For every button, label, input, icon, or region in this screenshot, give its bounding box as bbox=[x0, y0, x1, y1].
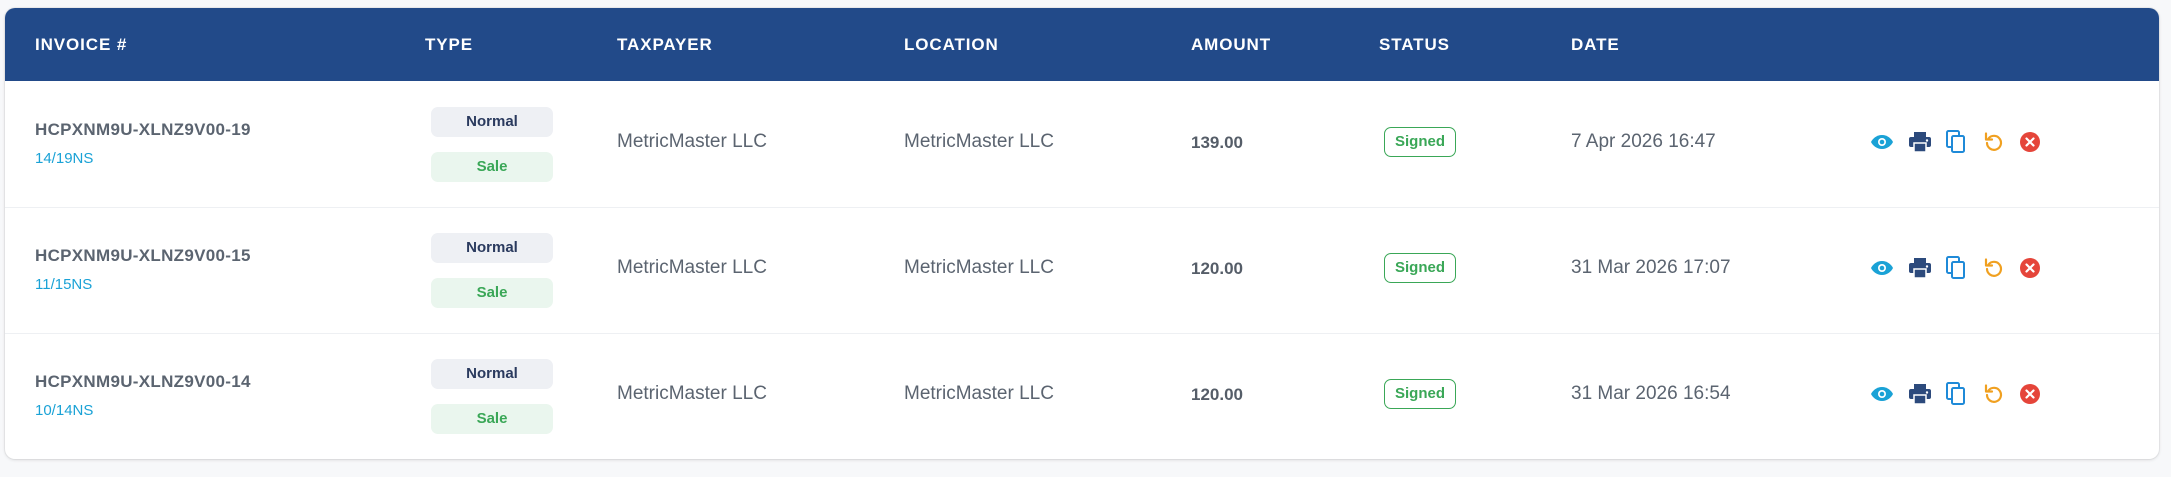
taxpayer-cell: MetricMaster LLC bbox=[617, 383, 767, 404]
print-icon bbox=[1909, 132, 1931, 152]
copy-icon bbox=[1946, 382, 1965, 405]
invoice-number[interactable]: HCPXNM9U-XLNZ9V00-15 bbox=[35, 246, 251, 266]
copy-button[interactable] bbox=[1941, 379, 1971, 409]
amount-cell: 120.00 bbox=[1191, 259, 1243, 278]
taxpayer-cell: MetricMaster LLC bbox=[617, 257, 767, 278]
status-badge: Signed bbox=[1384, 253, 1457, 283]
table-row: HCPXNM9U-XLNZ9V00-15 11/15NS Normal Sale… bbox=[5, 207, 2159, 333]
status-badge: Signed bbox=[1384, 127, 1457, 157]
type-badge-normal: Normal bbox=[431, 107, 553, 137]
date-cell: 31 Mar 2026 16:54 bbox=[1571, 383, 1731, 404]
view-button[interactable] bbox=[1867, 379, 1897, 409]
amount-cell: 139.00 bbox=[1191, 133, 1243, 152]
view-button[interactable] bbox=[1867, 253, 1897, 283]
undo-button[interactable] bbox=[1979, 127, 2009, 157]
cancel-icon bbox=[2020, 384, 2040, 404]
eye-icon bbox=[1871, 135, 1893, 149]
column-header-type[interactable]: TYPE bbox=[425, 8, 473, 81]
location-cell: MetricMaster LLC bbox=[904, 383, 1054, 404]
cancel-icon bbox=[2020, 132, 2040, 152]
cancel-icon bbox=[2020, 258, 2040, 278]
copy-button[interactable] bbox=[1941, 253, 1971, 283]
column-header-location[interactable]: LOCATION bbox=[904, 8, 999, 81]
cancel-button[interactable] bbox=[2015, 253, 2045, 283]
copy-button[interactable] bbox=[1941, 127, 1971, 157]
column-header-date[interactable]: DATE bbox=[1571, 8, 1620, 81]
eye-icon bbox=[1871, 261, 1893, 275]
invoice-sub-number[interactable]: 11/15NS bbox=[35, 276, 92, 293]
print-button[interactable] bbox=[1905, 253, 1935, 283]
column-header-taxpayer[interactable]: TAXPAYER bbox=[617, 8, 713, 81]
print-button[interactable] bbox=[1905, 127, 1935, 157]
table-row: HCPXNM9U-XLNZ9V00-19 14/19NS Normal Sale… bbox=[5, 81, 2159, 207]
column-header-status[interactable]: STATUS bbox=[1379, 8, 1450, 81]
view-button[interactable] bbox=[1867, 127, 1897, 157]
print-button[interactable] bbox=[1905, 379, 1935, 409]
location-cell: MetricMaster LLC bbox=[904, 131, 1054, 152]
type-badge-sale: Sale bbox=[431, 404, 553, 434]
table-header: INVOICE # TYPE TAXPAYER LOCATION AMOUNT … bbox=[5, 8, 2159, 81]
undo-icon bbox=[1984, 384, 2003, 403]
status-badge: Signed bbox=[1384, 379, 1457, 409]
eye-icon bbox=[1871, 387, 1893, 401]
row-divider bbox=[5, 333, 2159, 334]
column-header-amount[interactable]: AMOUNT bbox=[1191, 8, 1271, 81]
cancel-button[interactable] bbox=[2015, 379, 2045, 409]
invoice-sub-number[interactable]: 10/14NS bbox=[35, 402, 93, 419]
invoice-number[interactable]: HCPXNM9U-XLNZ9V00-14 bbox=[35, 372, 251, 392]
invoice-number[interactable]: HCPXNM9U-XLNZ9V00-19 bbox=[35, 120, 251, 140]
undo-button[interactable] bbox=[1979, 253, 2009, 283]
type-badge-normal: Normal bbox=[431, 359, 553, 389]
print-icon bbox=[1909, 384, 1931, 404]
copy-icon bbox=[1946, 256, 1965, 279]
invoice-sub-number[interactable]: 14/19NS bbox=[35, 150, 93, 167]
invoice-table: INVOICE # TYPE TAXPAYER LOCATION AMOUNT … bbox=[5, 8, 2159, 459]
row-divider bbox=[5, 207, 2159, 208]
type-badge-sale: Sale bbox=[431, 278, 553, 308]
location-cell: MetricMaster LLC bbox=[904, 257, 1054, 278]
copy-icon bbox=[1946, 130, 1965, 153]
table-row: HCPXNM9U-XLNZ9V00-14 10/14NS Normal Sale… bbox=[5, 333, 2159, 459]
undo-icon bbox=[1984, 258, 2003, 277]
undo-icon bbox=[1984, 132, 2003, 151]
print-icon bbox=[1909, 258, 1931, 278]
undo-button[interactable] bbox=[1979, 379, 2009, 409]
type-badge-normal: Normal bbox=[431, 233, 553, 263]
date-cell: 7 Apr 2026 16:47 bbox=[1571, 131, 1716, 152]
type-badge-sale: Sale bbox=[431, 152, 553, 182]
cancel-button[interactable] bbox=[2015, 127, 2045, 157]
date-cell: 31 Mar 2026 17:07 bbox=[1571, 257, 1731, 278]
column-header-invoice[interactable]: INVOICE # bbox=[35, 8, 127, 81]
taxpayer-cell: MetricMaster LLC bbox=[617, 131, 767, 152]
amount-cell: 120.00 bbox=[1191, 385, 1243, 404]
